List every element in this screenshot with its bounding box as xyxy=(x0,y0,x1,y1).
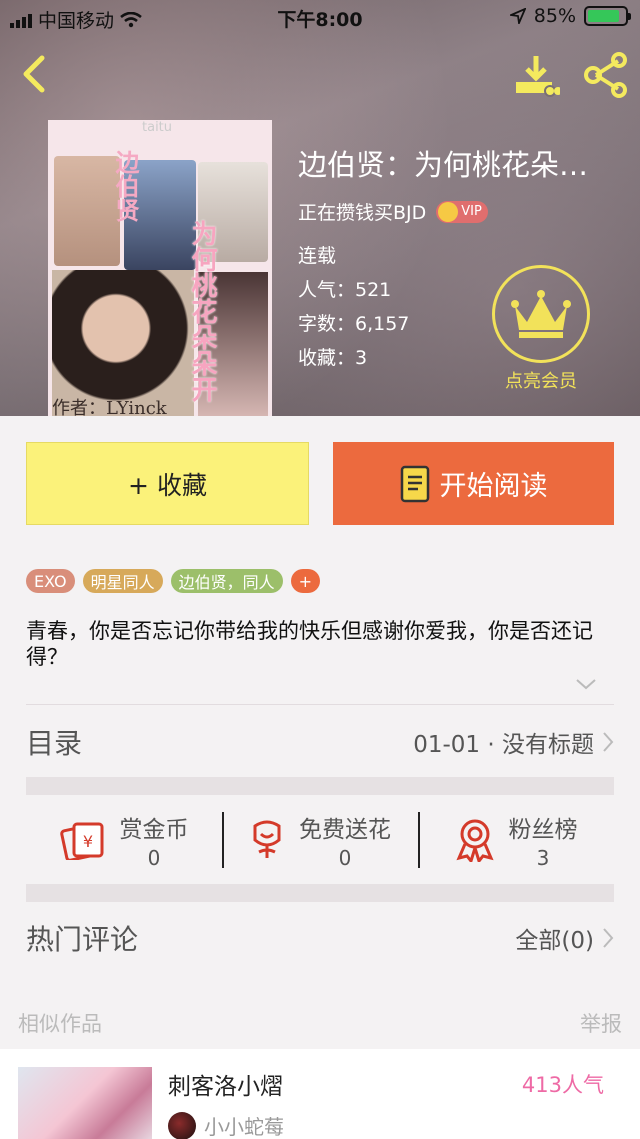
stat-flower-label: 免费送花 xyxy=(299,817,391,843)
chevron-right-icon xyxy=(603,732,614,752)
location-icon xyxy=(509,8,526,24)
red-envelope-icon: ¥ xyxy=(59,822,103,860)
chevron-right-icon xyxy=(603,928,614,948)
crown-icon xyxy=(438,201,459,222)
vip-badge: VIP xyxy=(436,200,488,223)
stat-flower[interactable]: 免费送花 0 xyxy=(222,808,418,872)
tag-exo[interactable]: EXO xyxy=(26,569,75,593)
similar-book-author: 小小蛇莓 xyxy=(204,1115,284,1139)
book-cover[interactable]: taitu 边伯贤 为何桃花朵朵开 作者：LYinck xyxy=(48,120,272,416)
section-separator xyxy=(26,777,614,795)
similar-book-cover xyxy=(18,1067,152,1139)
book-description: 青春，你是否忘记你带给我的快乐但感谢你爱我，你是否还记得？ xyxy=(26,619,593,669)
member-label: 点亮会员 xyxy=(505,371,577,392)
report-link[interactable]: 举报 xyxy=(580,1008,622,1038)
similar-header: 相似作品 举报 xyxy=(18,1008,622,1038)
back-icon[interactable] xyxy=(14,52,54,96)
start-reading-button[interactable]: 开始阅读 xyxy=(333,442,614,525)
stat-reward-label: 赏金币 xyxy=(119,817,189,843)
comments-all: 全部(0) xyxy=(515,928,594,954)
add-tag-button[interactable]: + xyxy=(290,569,321,593)
cover-author: 作者：LYinck xyxy=(52,398,167,416)
share-icon[interactable] xyxy=(582,52,630,98)
avatar xyxy=(168,1111,196,1139)
chevron-down-icon[interactable] xyxy=(574,676,598,692)
status-bar: 中国移动 下午8:00 85% xyxy=(0,0,640,36)
divider xyxy=(26,704,614,705)
download-icon[interactable] xyxy=(512,52,560,98)
stat-fans-label: 粉丝榜 xyxy=(508,817,578,843)
battery-percent: 85% xyxy=(533,5,576,27)
cover-top-text: taitu xyxy=(142,120,173,135)
similar-book-title: 刺客洛小熠 xyxy=(168,1074,283,1100)
comments-row[interactable]: 热门评论 全部(0) xyxy=(26,916,614,960)
similar-book-popularity: 413人气 xyxy=(521,1073,604,1097)
tag-baekhyun[interactable]: 边伯贤，同人 xyxy=(170,569,283,593)
book-title: 边伯贤：为何桃花朵… xyxy=(298,148,589,182)
favorite-button[interactable]: + 收藏 xyxy=(26,442,309,525)
flower-icon xyxy=(253,820,281,858)
cover-title: 为何桃花朵朵开 xyxy=(187,220,217,402)
stat-reward[interactable]: ¥ 赏金币 0 xyxy=(26,808,222,872)
stat-fans[interactable]: 粉丝榜 3 xyxy=(418,808,614,872)
author-name[interactable]: 正在攒钱买BJD xyxy=(298,198,426,225)
member-button[interactable]: 点亮会员 xyxy=(491,265,591,393)
medal-icon xyxy=(455,819,494,862)
similar-title: 相似作品 xyxy=(18,1012,102,1036)
book-header: 中国移动 下午8:00 85% taitu 边伯贤 为何桃花朵朵开 作者：LYi… xyxy=(0,0,640,416)
battery-icon xyxy=(584,6,631,26)
stats-bar: ¥ 赏金币 0 免费送花 0 粉丝榜 3 xyxy=(26,808,614,872)
crown-icon xyxy=(511,290,571,338)
tag-star-fanfic[interactable]: 明星同人 xyxy=(82,569,163,593)
cover-subtitle: 边伯贤 xyxy=(111,150,139,222)
tag-list: EXO 明星同人 边伯贤，同人 + xyxy=(26,569,321,593)
toc-row[interactable]: 目录 01-01 · 没有标题 xyxy=(26,720,614,764)
book-icon xyxy=(400,465,429,502)
toc-latest-chapter: 01-01 · 没有标题 xyxy=(413,732,594,758)
svg-text:¥: ¥ xyxy=(82,832,92,851)
stat-flower-value: 0 xyxy=(338,846,352,870)
comments-label: 热门评论 xyxy=(26,923,139,956)
stat-fans-value: 3 xyxy=(536,846,550,870)
similar-book-item[interactable]: 刺客洛小熠 413人气 小小蛇莓 xyxy=(0,1049,640,1139)
section-separator xyxy=(26,884,614,902)
toc-label: 目录 xyxy=(26,727,83,760)
stat-reward-value: 0 xyxy=(147,846,161,870)
